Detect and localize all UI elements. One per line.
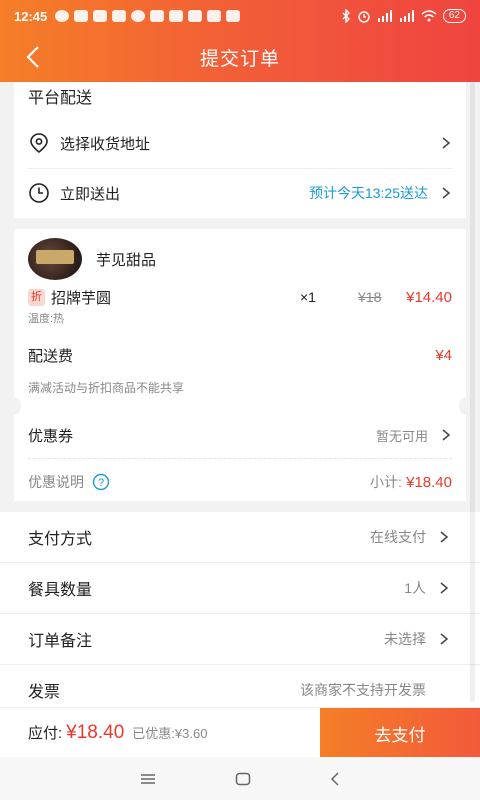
notification-icon <box>188 10 203 22</box>
tiktok-icon <box>150 10 165 22</box>
chevron-right-icon <box>440 582 449 594</box>
notification-icon <box>169 10 184 22</box>
option-value: 在线支付 <box>370 529 426 545</box>
status-time: 12:45 <box>14 8 48 24</box>
payment-method-row[interactable]: 支付方式 在线支付 <box>0 512 480 562</box>
notification-icon <box>93 10 108 22</box>
discount-info-label: 优惠说明 <box>28 474 84 490</box>
system-status: 62 <box>341 9 466 23</box>
back-button[interactable] <box>18 42 48 72</box>
nav-bar: 提交订单 <box>0 32 480 82</box>
status-bar: 12:45 62 <box>0 0 480 32</box>
shop-name: 芋见甜品 <box>96 251 157 269</box>
payable-amount: ¥18.40 <box>66 721 125 743</box>
pay-button[interactable]: 去支付 <box>320 708 480 758</box>
chevron-right-icon <box>442 429 451 441</box>
bluetooth-icon <box>342 9 350 23</box>
delivery-fee-label: 配送费 <box>28 347 74 365</box>
delivery-platform-row: 平台配送 <box>14 82 466 107</box>
subtotal-label: 小计: <box>370 474 402 490</box>
delivery-fee-row: 配送费 ¥4 <box>14 342 466 368</box>
order-item: 折 招牌芋圆 ×1 ¥18 ¥14.40 <box>14 285 466 309</box>
order-options: 支付方式 在线支付 餐具数量 1人 订单备注 未选择 发票 该商家不支持开发票 <box>0 512 480 707</box>
help-icon[interactable]: ? <box>92 473 110 491</box>
notification-icon <box>226 10 241 22</box>
option-value: 未选择 <box>384 631 426 647</box>
location-icon <box>30 133 48 154</box>
coupon-label: 优惠券 <box>28 427 74 445</box>
home-icon[interactable] <box>235 772 251 786</box>
address-label: 选择收货地址 <box>60 135 151 153</box>
promo-note: 满减活动与折扣商品不能共享 <box>28 380 185 395</box>
order-note-row[interactable]: 订单备注 未选择 <box>0 614 480 664</box>
eta-text: 预计今天13:25送达 <box>308 185 428 201</box>
coupon-value: 暂无可用 <box>375 428 428 444</box>
back-icon[interactable] <box>330 771 340 786</box>
invoice-row: 发票 该商家不支持开发票 <box>0 670 480 710</box>
scrollbar[interactable] <box>470 82 475 702</box>
chevron-right-icon <box>442 187 451 199</box>
clock-icon <box>29 183 49 203</box>
alarm-icon <box>358 11 370 23</box>
chevron-right-icon <box>442 137 451 149</box>
signal-icon <box>377 10 392 22</box>
delivery-time-label: 立即送出 <box>60 185 121 203</box>
item-orig-price: ¥18 <box>358 289 382 305</box>
wifi-icon <box>421 10 437 22</box>
page-title: 提交订单 <box>199 48 280 70</box>
option-value: 该商家不支持开发票 <box>300 682 426 698</box>
divider <box>0 664 480 665</box>
notification-icon <box>55 10 70 22</box>
order-card: 芋见甜品 折 招牌芋圆 ×1 ¥18 ¥14.40 温度:热 配送费 ¥4 满减… <box>7 229 473 501</box>
shop-header: 芋见甜品 <box>14 237 466 281</box>
payable-label: 应付: <box>28 725 63 742</box>
back-arrow-icon <box>26 46 39 68</box>
notification-icon <box>131 10 146 22</box>
delivery-platform-label: 平台配送 <box>28 90 93 107</box>
item-price: ¥14.40 <box>406 288 452 306</box>
discount-tag: 折 <box>28 288 45 306</box>
promo-note-row: 满减活动与折扣商品不能共享 <box>14 377 466 397</box>
option-label: 支付方式 <box>28 531 93 548</box>
app-header: 12:45 62 提交订单 <box>0 0 480 82</box>
signal-icon <box>399 10 414 22</box>
system-nav-bar <box>0 757 480 800</box>
notification-icon <box>74 10 89 22</box>
delivery-fee: ¥4 <box>435 346 452 364</box>
delivery-card: 平台配送 选择收货地址 立即送出 预计今天13:25送达 <box>14 82 466 218</box>
battery-icon: 62 <box>442 9 466 23</box>
notification-icon <box>112 10 127 22</box>
svg-text:?: ? <box>98 477 104 489</box>
coupon-row[interactable]: 优惠券 暂无可用 <box>14 417 466 453</box>
subtotal-value: ¥18.40 <box>406 474 452 491</box>
saved-amount: 已优惠:¥3.60 <box>132 726 208 741</box>
item-name: 招牌芋圆 <box>51 289 112 307</box>
utensils-row[interactable]: 餐具数量 1人 <box>0 563 480 613</box>
chevron-right-icon <box>440 531 449 543</box>
dashed-divider <box>28 458 452 459</box>
notification-icon <box>207 10 222 22</box>
chevron-right-icon <box>440 633 449 645</box>
item-spec: 温度:热 <box>28 313 65 325</box>
option-label: 发票 <box>28 684 61 701</box>
option-label: 订单备注 <box>28 633 93 650</box>
address-row[interactable]: 选择收货地址 <box>14 118 466 168</box>
subtotal: 小计: ¥18.40 <box>370 472 452 492</box>
menu-icon[interactable] <box>140 773 156 785</box>
item-qty: ×1 <box>300 289 316 305</box>
option-label: 餐具数量 <box>28 582 93 599</box>
notification-icons <box>55 10 241 22</box>
option-value: 1人 <box>404 580 426 596</box>
card-notch-left <box>7 397 21 415</box>
delivery-time-row[interactable]: 立即送出 预计今天13:25送达 <box>14 168 466 218</box>
shop-avatar <box>28 238 82 280</box>
payment-bar: 应付: ¥18.40 已优惠:¥3.60 去支付 <box>0 707 480 758</box>
subtotal-row: 优惠说明 ? 小计: ¥18.40 <box>14 467 466 497</box>
item-spec-row: 温度:热 <box>14 309 466 327</box>
